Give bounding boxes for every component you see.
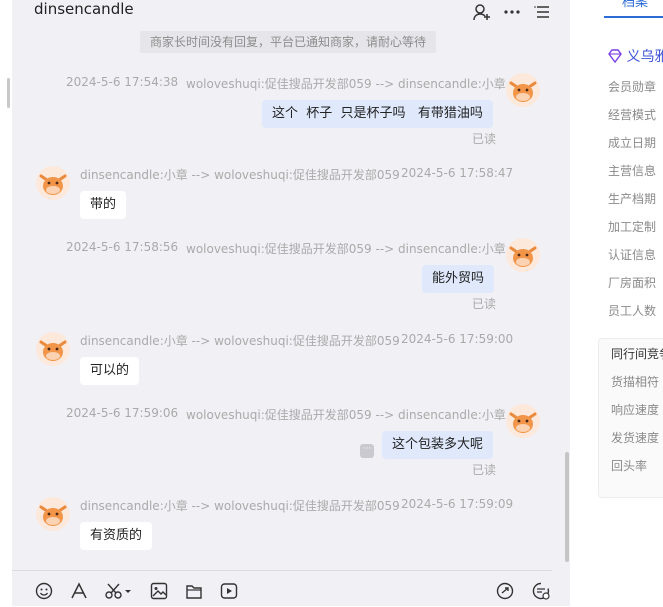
message-list: 2024-5-6 17:54:38 woloveshuqi:促佳搜品开发部059… xyxy=(12,60,564,565)
profile-item-customization[interactable]: 加工定制 xyxy=(608,218,656,235)
avatar[interactable] xyxy=(36,497,70,531)
message-bubble[interactable]: 可以的 xyxy=(80,357,140,385)
bull-avatar-icon xyxy=(506,238,540,272)
quick-reply-icon[interactable] xyxy=(495,581,515,601)
profile-item-founded[interactable]: 成立日期 xyxy=(608,134,656,151)
message-route: woloveshuqi:促佳搜品开发部059 --> dinsencandle:… xyxy=(186,408,506,422)
video-icon[interactable] xyxy=(219,581,239,601)
avatar[interactable] xyxy=(36,332,70,366)
profile-item-business-model[interactable]: 经营模式 xyxy=(608,106,656,123)
profile-item-production-schedule[interactable]: 生产档期 xyxy=(608,190,656,207)
read-status: 已读 xyxy=(472,297,497,311)
read-status: 已读 xyxy=(472,463,497,477)
peer-comparison-title: 同行间竞争 xyxy=(611,347,663,361)
message-more-icon[interactable]: ··· xyxy=(360,444,374,458)
shop-name-label: 义乌雅 xyxy=(626,49,663,65)
left-scroll-handle[interactable] xyxy=(7,78,10,108)
read-status: 已读 xyxy=(472,132,497,146)
message-route: woloveshuqi:促佳搜品开发部059 --> dinsencandle:… xyxy=(186,242,506,256)
profile-item-employees[interactable]: 员工人数 xyxy=(608,302,656,319)
system-notice: 商家长时间没有回复，平台已通知商家，请耐心等待 xyxy=(140,31,436,53)
scissors-icon[interactable] xyxy=(104,581,134,601)
message-time: 2024-5-6 17:59:00 xyxy=(401,332,514,346)
message-route: dinsencandle:小章 --> woloveshuqi:促佳搜品开发部0… xyxy=(80,334,400,348)
emoji-icon[interactable] xyxy=(34,581,54,601)
chat-title: dinsencandle xyxy=(34,0,134,18)
message-bubble[interactable]: 能外贸吗 xyxy=(422,265,495,293)
image-icon[interactable] xyxy=(149,581,169,601)
menu-icon[interactable] xyxy=(532,2,552,22)
chat-panel: dinsencandle 商家长时间没有回复，平台已通知商家，请耐心等待 202… xyxy=(12,0,570,606)
message-route: dinsencandle:小章 --> woloveshuqi:促佳搜品开发部0… xyxy=(80,499,400,513)
file-icon[interactable] xyxy=(184,581,204,601)
message-time: 2024-5-6 17:58:56 xyxy=(66,240,179,254)
compare-item: 回头率 xyxy=(611,459,648,473)
profile-sidebar: 档案 义乌雅 会员勋章 经营模式 成立日期 主营信息 生产档期 加工定制 认证信… xyxy=(586,0,663,606)
input-toolbar xyxy=(12,570,552,607)
profile-item-certification[interactable]: 认证信息 xyxy=(608,246,656,263)
diamond-icon xyxy=(608,49,622,64)
message-bubble[interactable]: 这个包装多大呢 xyxy=(382,431,494,459)
bull-avatar-icon xyxy=(506,404,540,438)
message-scrollbar[interactable] xyxy=(565,452,569,562)
message-route: woloveshuqi:促佳搜品开发部059 --> dinsencandle:… xyxy=(186,77,506,91)
profile-item-medal[interactable]: 会员勋章 xyxy=(608,78,656,95)
message-bubble[interactable]: 带的 xyxy=(80,191,127,219)
message-time: 2024-5-6 17:59:06 xyxy=(66,406,179,420)
avatar[interactable] xyxy=(36,166,70,200)
profile-item-main-business[interactable]: 主营信息 xyxy=(608,162,656,179)
font-icon[interactable] xyxy=(69,581,89,601)
compare-item: 货描相符 xyxy=(611,375,660,389)
message-bubble[interactable]: 这个 杯子 只是杯子吗 有带猎油吗 xyxy=(262,100,493,128)
profile-item-factory-area[interactable]: 厂房面积 xyxy=(608,274,656,291)
compare-item: 响应速度 xyxy=(611,403,660,417)
bull-avatar-icon xyxy=(36,332,70,366)
bull-avatar-icon xyxy=(36,497,70,531)
bull-avatar-icon xyxy=(506,73,540,107)
more-icon[interactable] xyxy=(502,2,522,22)
avatar[interactable] xyxy=(506,238,540,272)
peer-comparison-panel: 同行间竞争 货描相符 响应速度 发货速度 回头率 xyxy=(598,338,663,498)
message-route: dinsencandle:小章 --> woloveshuqi:促佳搜品开发部0… xyxy=(80,168,400,182)
avatar[interactable] xyxy=(506,404,540,438)
chat-header: dinsencandle xyxy=(12,0,570,26)
tab-profile[interactable]: 档案 xyxy=(622,0,648,10)
message-time: 2024-5-6 17:59:09 xyxy=(401,497,514,511)
avatar[interactable] xyxy=(506,73,540,107)
tab-underline xyxy=(604,16,663,18)
message-time: 2024-5-6 17:54:38 xyxy=(66,75,179,89)
left-panel-edge xyxy=(0,0,10,606)
add-contact-icon[interactable] xyxy=(472,2,492,22)
settings-message-icon[interactable] xyxy=(531,581,551,601)
compare-item: 发货速度 xyxy=(611,431,660,445)
message-time: 2024-5-6 17:58:47 xyxy=(401,166,514,180)
message-bubble[interactable]: 有资质的 xyxy=(80,522,153,550)
shop-name[interactable]: 义乌雅 xyxy=(608,46,663,66)
bull-avatar-icon xyxy=(36,166,70,200)
